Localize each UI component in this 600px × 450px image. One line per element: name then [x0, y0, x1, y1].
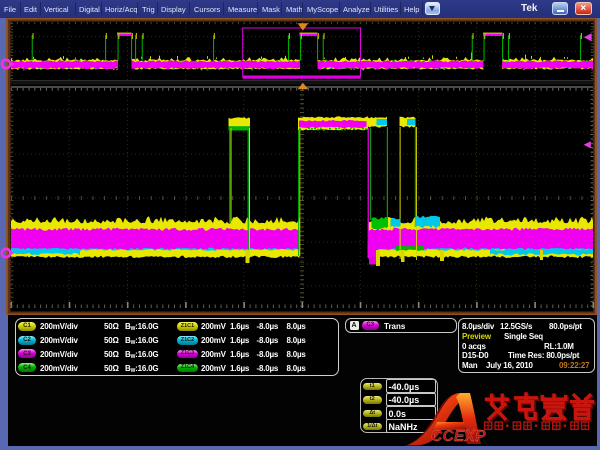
svg-text:CCEXP: CCEXP — [431, 428, 486, 445]
